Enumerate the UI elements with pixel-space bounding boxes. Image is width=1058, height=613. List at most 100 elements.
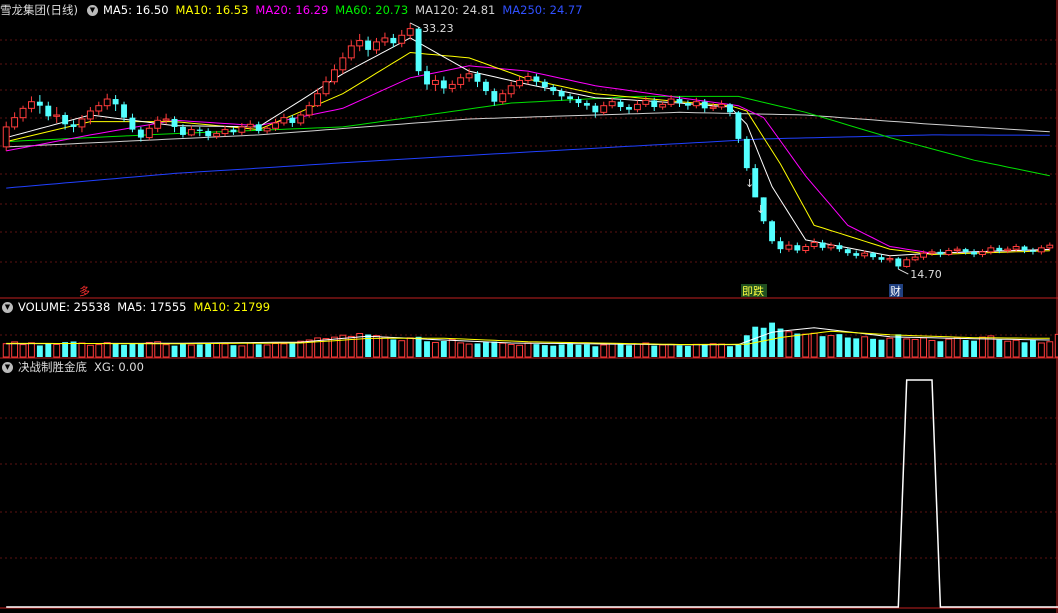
volume-bar-up	[692, 343, 700, 358]
volume-bar-up	[979, 336, 986, 358]
volume-bar-up	[709, 343, 717, 358]
volume-bar-down	[121, 344, 127, 357]
volume-bar-down	[415, 336, 422, 357]
candle-body-down	[179, 126, 186, 135]
candle-body-down	[651, 100, 658, 108]
candle-body-up	[11, 117, 19, 128]
candle-body-up	[19, 107, 27, 119]
candle-body-up	[339, 57, 347, 71]
volume-bar-up	[398, 340, 406, 358]
price-header: 雪龙集团(日线) ▼ MA5: 16.50 MA10: 16.53 MA20: …	[0, 2, 590, 18]
candle-body-up	[642, 99, 650, 105]
ma250-line	[6, 134, 1050, 189]
volume-bar-down	[491, 341, 498, 357]
candle-body-up	[238, 126, 246, 133]
volume-dropdown-icon[interactable]: ▼	[2, 301, 13, 313]
volume-bar-down	[1030, 339, 1036, 357]
candle-body-down	[474, 73, 481, 82]
candle-body-up	[448, 83, 456, 89]
volume-bar-up	[810, 332, 818, 358]
candle-body-down	[567, 96, 574, 100]
candle-body-down	[558, 91, 565, 97]
volume-bar-down	[937, 341, 944, 357]
volume-bar-down	[727, 346, 733, 357]
candle-body-up	[28, 101, 35, 109]
candle-body-down	[701, 101, 708, 109]
candle-body-up	[608, 101, 616, 107]
candle-body-down	[482, 81, 489, 92]
ma20-label: MA20: 16.29	[255, 3, 329, 17]
candle-body-down	[121, 104, 127, 118]
candle-body-down	[575, 99, 582, 104]
volume-bar-up	[187, 344, 195, 358]
volume-bar-down	[390, 339, 397, 357]
candle-body-down	[583, 103, 590, 106]
indicator-dropdown-icon[interactable]: ▼	[2, 361, 13, 373]
volume-bar-down	[289, 342, 296, 357]
candle-body-up	[297, 114, 305, 124]
candle-body-down	[853, 253, 860, 256]
volume-bar-up	[406, 337, 414, 358]
volume-bar-down	[129, 343, 136, 357]
volume-bar-down	[676, 345, 683, 357]
candle-body-up	[305, 105, 313, 116]
volume-bar-up	[953, 337, 961, 358]
candle-body-up	[953, 248, 961, 252]
candle-body-up	[86, 110, 94, 120]
volume-bar-down	[777, 328, 784, 357]
volume-bar-up	[448, 339, 456, 358]
candle-body-down	[541, 81, 548, 88]
candle-body-down	[777, 241, 784, 250]
candle-body-up	[600, 105, 608, 113]
candle-body-up	[322, 81, 330, 95]
volume-bar-up	[718, 343, 726, 358]
volume-header: ▼ VOLUME: 25538 MA5: 17555 MA10: 21799	[0, 299, 277, 315]
candle-body-down	[45, 105, 52, 117]
candle-body-up	[330, 69, 338, 83]
volume-bar-down	[878, 339, 885, 357]
candle-body-up	[373, 41, 380, 51]
vol-ma5-label: MA5: 17555	[117, 300, 187, 314]
candle-body-down	[819, 242, 826, 248]
volume-bar-down	[541, 345, 548, 357]
candle-body-up	[785, 244, 793, 250]
event-marker-cai: 财	[890, 284, 901, 298]
candle-body-up	[1037, 247, 1045, 253]
volume-bar-down	[533, 344, 540, 357]
volume-bar-down	[365, 334, 372, 357]
volume-bar-up	[903, 338, 911, 358]
volume-bar-up	[633, 343, 641, 358]
volume-bar-down	[583, 344, 590, 357]
candle-body-up	[246, 123, 254, 128]
volume-bar-up	[272, 343, 279, 358]
volume-bar-up	[642, 342, 650, 358]
candle-body-up	[827, 244, 835, 249]
candle-body-down	[971, 251, 977, 255]
volume-bar-up	[802, 333, 810, 358]
candle-body-up	[1012, 246, 1020, 250]
volume-bar-down	[255, 344, 262, 357]
candle-body-down	[129, 117, 136, 130]
candle-body-up	[53, 114, 61, 117]
volume-bar-up	[53, 343, 61, 358]
candle-body-down	[533, 76, 540, 82]
settings-dropdown-icon[interactable]: ▼	[86, 4, 98, 16]
candle-body-up	[802, 246, 810, 251]
volume-bar-down	[760, 327, 767, 357]
candle-body-down	[592, 105, 599, 113]
volume-bar-up	[213, 342, 221, 358]
high-price-label: 33.23	[422, 22, 454, 35]
candle-body-up	[78, 118, 86, 128]
volume-bar-down	[626, 345, 632, 357]
candle-body-up	[221, 129, 229, 135]
volume-bar-up	[162, 344, 170, 358]
candle-body-up	[945, 250, 953, 255]
volume-bar-up	[246, 342, 254, 358]
volume-bar-up	[103, 342, 111, 358]
volume-bar-up	[861, 336, 869, 358]
candle-body-down	[205, 130, 212, 137]
candle-body-up	[920, 252, 927, 258]
ma5-label: MA5: 16.50	[102, 3, 169, 17]
volume-bar-down	[996, 339, 1003, 357]
candle-body-up	[95, 105, 103, 112]
